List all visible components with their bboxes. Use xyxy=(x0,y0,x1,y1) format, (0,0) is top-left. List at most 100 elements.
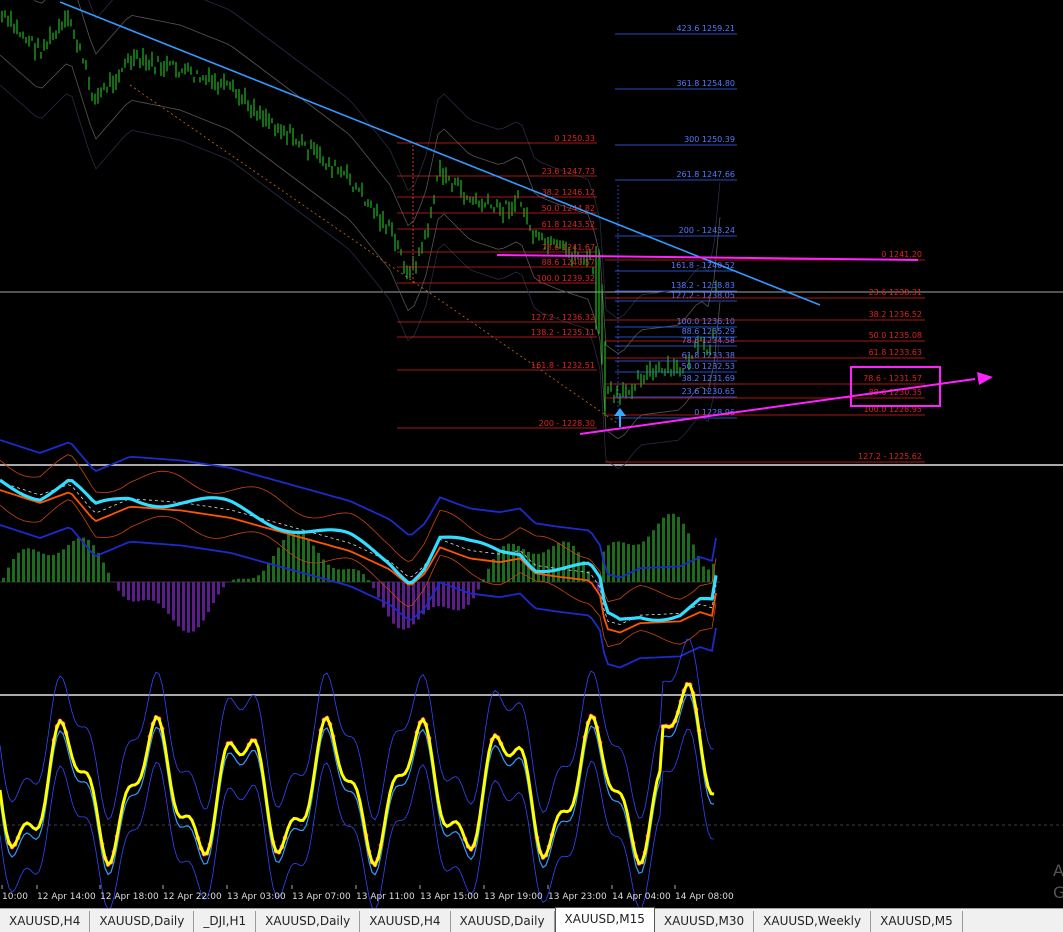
watermark-text: A xyxy=(1053,861,1063,880)
macd-hist-bar xyxy=(272,556,275,582)
macd-hist-bar xyxy=(72,541,75,582)
fib-label: 78.6 - 1231.57 xyxy=(863,374,922,383)
macd-hist-bar xyxy=(387,582,390,617)
macd-hist-bar xyxy=(682,524,685,582)
macd-hist-bar xyxy=(37,552,40,582)
macd-hist-bar xyxy=(537,554,540,582)
macd-hist-bar xyxy=(357,570,360,582)
time-axis-label: 13 Apr 19:00 xyxy=(484,892,543,902)
macd-hist-bar xyxy=(637,544,640,582)
macd-hist-bar xyxy=(522,549,525,582)
stoch-main-line xyxy=(0,684,714,865)
macd-hist-bar xyxy=(17,553,20,582)
macd-hist-bar xyxy=(107,573,110,582)
chart-tab-xauusd-daily[interactable]: XAUUSD,Daily xyxy=(256,911,360,932)
macd-hist-bar xyxy=(547,549,550,582)
chart-tab-xauusd-h4[interactable]: XAUUSD,H4 xyxy=(360,911,450,932)
macd-hist-bar xyxy=(137,582,140,601)
fib-label: 138.2 - 1235.11 xyxy=(531,328,595,337)
macd-hist-bar xyxy=(667,514,670,582)
macd-hist-bar xyxy=(97,553,100,582)
fib-label: 138.2 - 1238.83 xyxy=(671,281,735,290)
stoch-signal xyxy=(0,694,714,875)
macd-hist-bar xyxy=(167,582,170,614)
chart-tab-xauusd-m30[interactable]: XAUUSD,M30 xyxy=(655,911,754,932)
macd-hist-bar xyxy=(577,552,580,582)
macd-hist-bar xyxy=(207,582,210,612)
fib-label: 61.8 1233.38 xyxy=(682,351,735,360)
fib-label: 50.0 1235.08 xyxy=(869,331,922,340)
macd-hist-bar xyxy=(267,564,270,582)
macd-hist-bar xyxy=(607,545,610,582)
time-axis-label: 12 Apr 18:00 xyxy=(100,892,159,902)
macd-hist-bar xyxy=(127,582,130,600)
fib-label: 100.0 1239.32 xyxy=(536,274,595,283)
chart-tab-xauusd-m5[interactable]: XAUUSD,M5 xyxy=(871,911,963,932)
fib-label: 100.0 1236.10 xyxy=(676,317,735,326)
macd-hist-bar xyxy=(197,582,200,627)
macd-hist-bar xyxy=(297,531,300,582)
macd-hist-bar xyxy=(392,582,395,624)
macd-hist-bar xyxy=(492,559,495,582)
time-axis-label: 14 Apr 04:00 xyxy=(612,892,671,902)
macd-hist-bar xyxy=(542,552,545,582)
macd-hist-bar xyxy=(147,582,150,600)
fib-label: 78.6 1241.67 xyxy=(542,243,595,252)
macd-hist-bar xyxy=(172,582,175,620)
macd-hist-bar xyxy=(157,582,160,604)
macd-hist-bar xyxy=(7,568,10,582)
macd-hist-bar xyxy=(472,582,475,598)
arrow-head xyxy=(977,372,993,385)
fib-label: 127.2 - 1225.62 xyxy=(858,452,922,461)
macd-hist-bar xyxy=(32,549,35,582)
watermark-text: G xyxy=(1053,883,1063,902)
chart-tab-bar: XAUUSD,H4XAUUSD,Daily_DJI,H1XAUUSD,Daily… xyxy=(0,908,1063,932)
fib-label: 38.2 1236.52 xyxy=(869,310,922,319)
time-axis-label: 13 Apr 03:00 xyxy=(227,892,286,902)
chart-tab-xauusd-daily[interactable]: XAUUSD,Daily xyxy=(451,911,555,932)
macd-hist-bar xyxy=(212,582,215,603)
macd-hist-bar xyxy=(47,555,50,582)
macd-hist-bar xyxy=(397,582,400,628)
macd-hist-bar xyxy=(662,518,665,582)
macd-hist-bar xyxy=(52,555,55,582)
chart-canvas[interactable]: 0 1250.3323.6 1247.7338.2 1246.1250.0 12… xyxy=(0,0,1063,908)
fib-label: 23.6 1247.73 xyxy=(542,167,595,176)
macd-hist-bar xyxy=(457,582,460,610)
chart-tab-xauusd-weekly[interactable]: XAUUSD,Weekly xyxy=(754,911,871,932)
macd-hist-bar xyxy=(427,582,430,610)
macd-hist-bar xyxy=(692,544,695,582)
macd-hist-bar xyxy=(507,544,510,582)
fib-label: 61.8 1243.52 xyxy=(542,220,595,229)
fib-label: 88.6 1240.57 xyxy=(542,258,595,267)
macd-hist-bar xyxy=(487,569,490,582)
chart-area[interactable]: 0 1250.3323.6 1247.7338.2 1246.1250.0 12… xyxy=(0,0,1063,908)
macd-hist-bar xyxy=(12,559,15,582)
macd-hist-bar xyxy=(102,563,105,582)
fib-label: 127.2 - 1236.32 xyxy=(531,313,595,322)
macd-hist-bar xyxy=(77,538,80,582)
macd-hist-bar xyxy=(517,546,520,582)
envelope-lower xyxy=(0,85,720,469)
chart-tab-xauusd-m15[interactable]: XAUUSD,M15 xyxy=(555,907,655,932)
macd-hist-bar xyxy=(42,554,45,582)
fib-label: 50.0 1232.53 xyxy=(682,362,735,371)
macd-hist-bar xyxy=(367,580,370,582)
chart-tab-xauusd-daily[interactable]: XAUUSD,Daily xyxy=(90,911,194,932)
fib-label: 200 - 1228.30 xyxy=(539,419,595,428)
macd-hist-bar xyxy=(407,582,410,628)
fib-label: 261.8 1247.66 xyxy=(676,170,735,179)
macd-hist-bar xyxy=(342,569,345,582)
macd-hist-bar xyxy=(57,553,60,582)
macd-hist-bar xyxy=(372,582,375,588)
macd-hist-bar xyxy=(707,569,710,582)
macd-hist-bar xyxy=(262,571,265,582)
macd-hist-bar xyxy=(132,582,135,601)
fib-label: 127.2 - 1238.05 xyxy=(671,291,735,300)
chart-tab-xauusd-h4[interactable]: XAUUSD,H4 xyxy=(0,911,90,932)
fib-label: 423.6 1259.21 xyxy=(676,24,735,33)
envelope-upper xyxy=(0,0,720,319)
macd-hist-bar xyxy=(672,514,675,582)
chart-tab--dji-h1[interactable]: _DJI,H1 xyxy=(194,911,256,932)
macd-hist-bar xyxy=(347,569,350,582)
